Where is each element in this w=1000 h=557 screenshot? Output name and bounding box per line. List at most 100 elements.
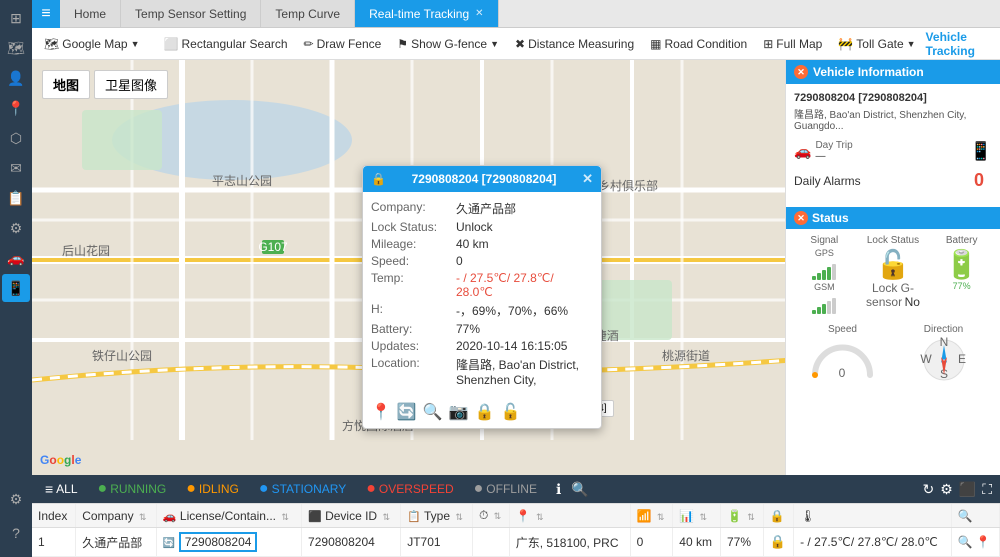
popup-close-button[interactable]: ✕ [582, 171, 593, 187]
vehicle-id-text: 7290808204 [7290808204] [794, 92, 992, 104]
cell-temp: - / 27.5℃/ 27.8℃/ 28.0℃ [794, 528, 952, 557]
speed-direction-panel: Speed 0 Direction N S W E [786, 320, 1000, 392]
popup-info-icon[interactable]: 🔍 [423, 402, 443, 422]
tab-temp-curve[interactable]: Temp Curve [261, 0, 355, 27]
popup-camera-icon[interactable]: 📷 [449, 402, 469, 422]
map-container[interactable]: 后山花园 平志山公园 铁仔山公园 野生动物园 高尔夫乡村俱乐部 5301两坪快捷… [32, 60, 785, 475]
speed-gauge: Speed 0 [792, 324, 893, 388]
settings-table-icon[interactable]: ⚙ [940, 481, 953, 498]
export-table-icon[interactable]: ⬛ [959, 481, 976, 498]
cell-signal: 0 [630, 528, 673, 557]
popup-speed-row: Speed: 0 [371, 254, 593, 268]
sidebar-icon-settings-bottom[interactable]: ⚙ [2, 485, 30, 513]
sidebar-icon-fence[interactable]: ⬡ [2, 124, 30, 152]
filter-running[interactable]: ● RUNNING [93, 478, 172, 500]
popup-location-icon[interactable]: 📍 [371, 402, 391, 422]
popup-history-icon[interactable]: 🔄 [397, 402, 417, 422]
popup-temp-row: Temp: - / 27.5℃/ 27.8℃/ 28.0℃ [371, 271, 593, 299]
popup-title: 7290808204 [7290808204] [412, 172, 557, 186]
filter-offline[interactable]: ● OFFLINE [469, 478, 542, 500]
search-filter-icon[interactable]: 🔍 [571, 481, 588, 498]
cell-location: 广东, 518100, PRC [509, 528, 630, 557]
sidebar-icon-settings[interactable]: ⚙ [2, 214, 30, 242]
svg-text:0: 0 [839, 366, 846, 380]
svg-text:W: W [920, 352, 932, 366]
info-circle-icon[interactable]: ℹ [556, 481, 561, 498]
cell-action: 🔍 📍 [951, 528, 999, 557]
lock-cell-icon: 🔒 [770, 534, 786, 549]
trip-icon-right: 📱 [970, 141, 992, 162]
battery-status: Battery 🔋 77% [929, 235, 994, 314]
svg-text:后山花园: 后山花园 [62, 243, 110, 258]
road-condition-button[interactable]: ▦ Road Condition [644, 35, 753, 53]
sidebar-icon-mail[interactable]: ✉ [2, 154, 30, 182]
vehicle-tracking-toggle[interactable]: Vehicle Tracking [926, 30, 1000, 58]
sidebar-icon-car[interactable]: 🚗 [2, 244, 30, 272]
svg-text:铁仔山公园: 铁仔山公园 [92, 349, 152, 363]
filter-idling[interactable]: ● IDLING [181, 478, 244, 500]
vehicle-popup: 🔒 7290808204 [7290808204] ✕ Company: 久通产… [362, 165, 602, 429]
map-type-satellite[interactable]: 卫星图像 [94, 70, 168, 99]
sidebar-icon-home[interactable]: ⊞ [2, 4, 30, 32]
action-icon-2[interactable]: 📍 [976, 535, 991, 549]
tab-realtime-tracking[interactable]: Real-time Tracking ✕ [355, 0, 498, 27]
road-icon: ▦ [650, 37, 661, 51]
overspeed-dot: ● [366, 480, 376, 498]
popup-header: 🔒 7290808204 [7290808204] ✕ [363, 166, 601, 192]
action-icon-1[interactable]: 🔍 [958, 535, 973, 549]
show-gfence-button[interactable]: ⚑ Show G-fence ▼ [391, 35, 505, 53]
map-type-map[interactable]: 地图 [42, 70, 90, 99]
fullscreen-table-icon[interactable]: ⛶ [982, 481, 992, 498]
sidebar-icon-person[interactable]: 👤 [2, 64, 30, 92]
idling-dot: ● [186, 480, 196, 498]
direction-svg: N S W E [919, 335, 969, 385]
popup-unlock-icon[interactable]: 🔓 [501, 402, 521, 422]
toll-gate-icon: 🚧 [838, 37, 853, 51]
col-index: Index [32, 504, 76, 528]
svg-text:平志山公园: 平志山公园 [212, 174, 272, 188]
filter-overspeed[interactable]: ● OVERSPEED [361, 478, 458, 500]
col-company: Company ⇅ [76, 504, 157, 528]
svg-text:E: E [957, 352, 965, 366]
rectangular-search-button[interactable]: ⬜ Rectangular Search [158, 35, 294, 53]
refresh-table-icon[interactable]: ↻ [922, 481, 934, 498]
app-logo: ≡ [32, 0, 60, 28]
sidebar-icon-help[interactable]: ? [2, 519, 30, 547]
license-value[interactable]: 7290808204 [179, 532, 258, 552]
google-map-dropdown[interactable]: 🗺 Google Map ▼ [38, 35, 146, 53]
main-content: ≡ Home Temp Sensor Setting Temp Curve Re… [32, 0, 1000, 557]
speedometer-svg: 0 [810, 335, 875, 380]
filter-all[interactable]: ≡ ALL [40, 479, 83, 499]
sidebar-icon-location[interactable]: 📍 [2, 94, 30, 122]
draw-fence-button[interactable]: ✏ Draw Fence [298, 35, 388, 53]
direction-gauge: Direction N S W E [893, 324, 994, 388]
draw-fence-icon: ✏ [304, 37, 314, 51]
popup-battery-row: Battery: 77% [371, 322, 593, 336]
popup-lock-icon[interactable]: 🔒 [475, 402, 495, 422]
status-grid: Signal GPS GSM [786, 229, 1000, 320]
tab-temp-sensor[interactable]: Temp Sensor Setting [121, 0, 261, 27]
tab-home[interactable]: Home [60, 0, 121, 27]
toll-gate-button[interactable]: 🚧 Toll Gate ▼ [832, 35, 921, 53]
lock-icon-large: 🔓 [861, 248, 926, 281]
signal-status: Signal GPS GSM [792, 235, 857, 314]
cell-duration [472, 528, 509, 557]
vehicle-info-header: ✕ Vehicle Information [786, 60, 1000, 84]
tab-close-icon[interactable]: ✕ [475, 8, 483, 19]
sidebar-icon-report[interactable]: 📋 [2, 184, 30, 212]
filter-stationary[interactable]: ● STATIONARY [254, 478, 351, 500]
popup-lock-row: Lock Status: Unlock [371, 220, 593, 234]
col-type: 📋 Type ⇅ [401, 504, 473, 528]
col-license: 🚗 License/Contain... ⇅ [156, 504, 301, 528]
toolbar: 🗺 Google Map ▼ ⬜ Rectangular Search ✏ Dr… [32, 28, 1000, 60]
svg-text:G107: G107 [258, 240, 288, 254]
sidebar-icon-map[interactable]: 🗺 [2, 34, 30, 62]
vehicle-info-body: 7290808204 [7290808204] 隆昌路, Bao'an Dist… [786, 84, 1000, 207]
rectangular-search-icon: ⬜ [164, 37, 179, 51]
gfence-icon: ⚑ [397, 37, 408, 51]
sidebar-icon-device[interactable]: 📱 [2, 274, 30, 302]
distance-measuring-button[interactable]: ✖ Distance Measuring [509, 35, 640, 53]
full-map-button[interactable]: ⊞ Full Map [757, 35, 828, 53]
toolbar-right: Vehicle Tracking ⬛ ↗ ✕ [926, 30, 1000, 58]
popup-h-row: H: -，69%，70%，66% [371, 302, 593, 319]
